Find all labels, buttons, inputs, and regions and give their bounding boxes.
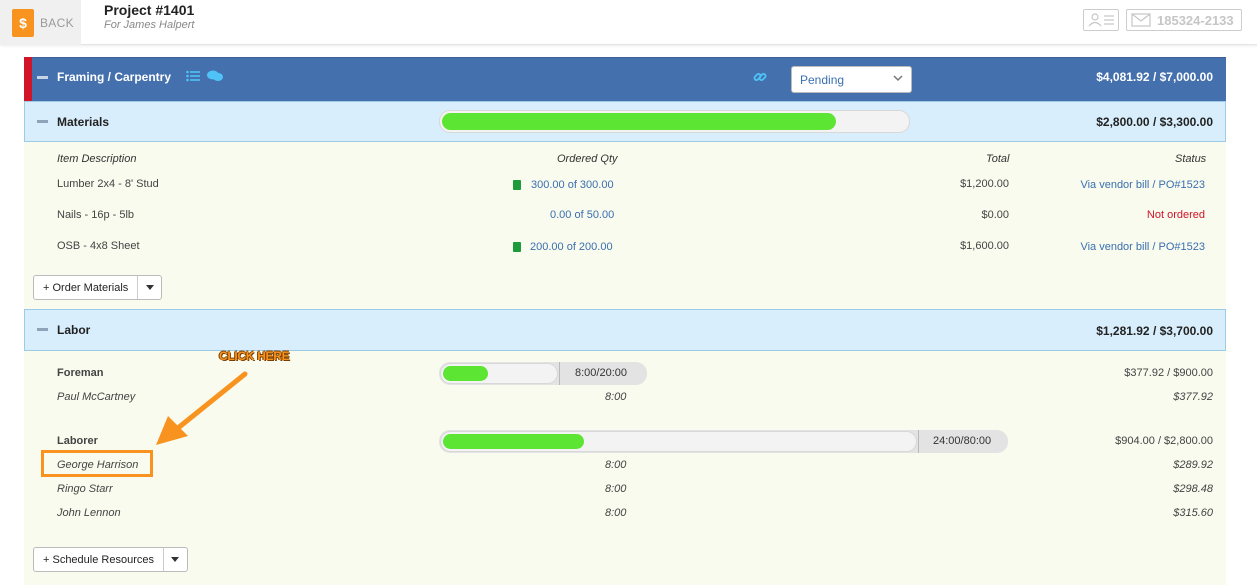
foreman-progress-bar xyxy=(440,363,558,384)
clipboard-icon xyxy=(513,180,521,190)
labor-person-hours: 8:00 xyxy=(605,507,627,519)
callout-arrow-icon xyxy=(156,371,248,445)
foreman-hours: 8:00/20:00 xyxy=(575,367,627,379)
top-bar: $ BACK Project #1401 For James Halpert 1… xyxy=(0,0,1257,45)
schedule-resources-group: + Schedule Resources xyxy=(33,547,188,572)
foreman-progress-fill xyxy=(443,366,488,381)
material-qty[interactable]: 300.00 of 300.00 xyxy=(531,179,614,191)
invoice-icon: $ xyxy=(12,8,34,37)
envelope-icon xyxy=(1131,13,1151,27)
labor-person-hours: 8:00 xyxy=(605,483,627,495)
order-materials-dropdown[interactable] xyxy=(138,276,161,299)
list-icon[interactable] xyxy=(186,70,200,82)
material-total: $1,600.00 xyxy=(960,240,1009,252)
schedule-resources-button[interactable]: + Schedule Resources xyxy=(34,548,164,571)
section-flag xyxy=(24,57,32,101)
project-subtitle: For James Halpert xyxy=(104,19,195,31)
comments-icon[interactable] xyxy=(207,70,223,82)
back-button[interactable]: $ BACK xyxy=(0,0,81,45)
material-description: Lumber 2x4 - 8' Stud xyxy=(57,178,159,190)
laborer-progress-bar xyxy=(440,431,917,452)
collapse-labor-icon[interactable] xyxy=(37,328,48,331)
column-header-description: Item Description xyxy=(57,153,137,165)
labor-role-amount: $904.00 / $2,800.00 xyxy=(1115,435,1213,447)
foreman-hours-pill: 8:00/20:00 xyxy=(439,362,647,385)
section-title: Framing / Carpentry xyxy=(57,70,172,84)
project-title: Project #1401 xyxy=(104,2,195,18)
section-total: $4,081.92 / $7,000.00 xyxy=(1096,70,1213,84)
labor-person-amount: $315.60 xyxy=(1173,507,1213,519)
section-header xyxy=(24,57,1226,101)
pill-divider xyxy=(559,362,560,385)
order-materials-button[interactable]: + Order Materials xyxy=(34,276,139,299)
material-status-link[interactable]: Via vendor bill / PO#1523 xyxy=(1080,179,1205,191)
labor-header xyxy=(24,309,1226,351)
laborer-hours-pill: 24:00/80:00 xyxy=(439,430,1008,453)
labor-title: Labor xyxy=(57,323,91,337)
materials-progress-fill xyxy=(442,113,836,130)
laborer-progress-fill xyxy=(443,434,584,449)
highlight-box xyxy=(41,450,153,477)
link-icon[interactable] xyxy=(753,70,767,84)
column-header-total: Total xyxy=(986,153,1010,165)
status-select[interactable]: Pending xyxy=(791,66,912,93)
schedule-resources-dropdown[interactable] xyxy=(164,548,187,571)
phone-number: 185324-2133 xyxy=(1157,12,1234,28)
laborer-hours: 24:00/80:00 xyxy=(933,435,992,447)
caret-down-icon xyxy=(145,285,154,290)
material-qty[interactable]: 0.00 of 50.00 xyxy=(550,209,614,221)
material-description: Nails - 16p - 5lb xyxy=(57,209,135,221)
click-here-callout: CLICK HERE xyxy=(219,349,290,363)
labor-person[interactable]: John Lennon xyxy=(57,507,121,519)
app-root: $ BACK Project #1401 For James Halpert 1… xyxy=(0,0,1257,585)
labor-person-amount: $298.48 xyxy=(1173,483,1213,495)
labor-role: Laborer xyxy=(57,435,98,447)
labor-person-hours: 8:00 xyxy=(605,459,627,471)
material-total: $0.00 xyxy=(981,209,1009,221)
labor-role-amount: $377.92 / $900.00 xyxy=(1124,367,1213,379)
materials-title: Materials xyxy=(57,115,110,129)
materials-total: $2,800.00 / $3,300.00 xyxy=(1096,115,1213,129)
material-description: OSB - 4x8 Sheet xyxy=(57,240,140,252)
contact-card-icon xyxy=(1088,13,1114,27)
contact-card-button[interactable] xyxy=(1083,9,1119,31)
column-header-qty: Ordered Qty xyxy=(557,153,618,165)
materials-progress-bar xyxy=(439,110,910,133)
material-qty[interactable]: 200.00 of 200.00 xyxy=(530,241,613,253)
pill-divider xyxy=(918,430,919,453)
collapse-section-icon[interactable] xyxy=(37,76,48,79)
column-header-status: Status xyxy=(1175,153,1207,165)
message-button[interactable]: 185324-2133 xyxy=(1126,9,1242,31)
labor-person-hours: 8:00 xyxy=(605,391,627,403)
clipboard-icon xyxy=(513,242,521,252)
labor-person[interactable]: Paul McCartney xyxy=(57,391,135,403)
back-label: BACK xyxy=(40,15,74,30)
status-value: Pending xyxy=(800,72,845,87)
labor-person[interactable]: Ringo Starr xyxy=(57,483,113,495)
collapse-materials-icon[interactable] xyxy=(37,120,48,123)
material-total: $1,200.00 xyxy=(960,178,1009,190)
labor-total: $1,281.92 / $3,700.00 xyxy=(1096,324,1213,338)
material-status-link[interactable]: Via vendor bill / PO#1523 xyxy=(1080,241,1205,253)
order-materials-group: + Order Materials xyxy=(33,275,163,300)
chevron-down-icon xyxy=(893,75,903,82)
labor-role: Foreman xyxy=(57,367,104,379)
material-status: Not ordered xyxy=(1146,209,1205,221)
labor-person-amount: $377.92 xyxy=(1173,391,1213,403)
labor-person-amount: $289.92 xyxy=(1173,459,1213,471)
caret-down-icon xyxy=(171,557,180,562)
